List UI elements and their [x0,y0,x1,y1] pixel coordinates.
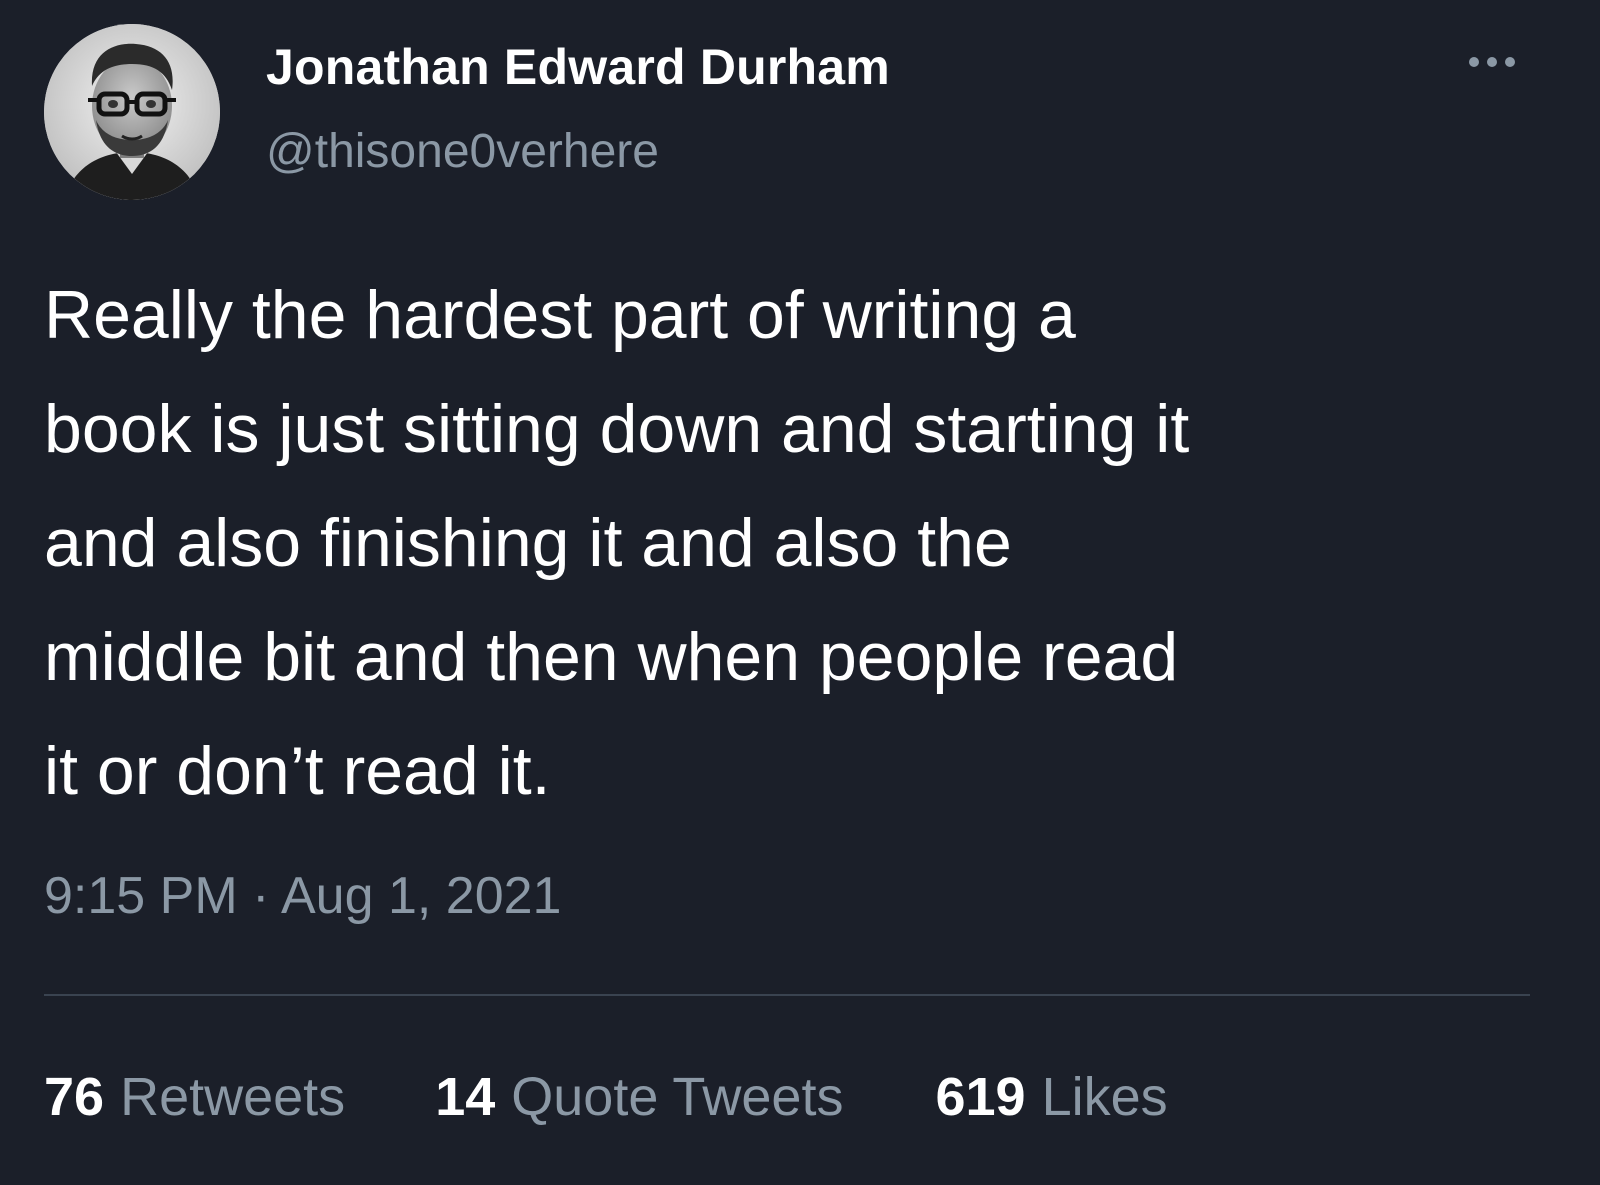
quote-tweets-count: 14 [435,1067,496,1127]
profile-photo-icon [44,24,220,200]
tweet-text-line: Really the hardest part of writing a [44,277,1076,353]
avatar[interactable] [44,24,220,200]
likes-stat[interactable]: 619 Likes [935,1066,1167,1128]
tweet-text: Really the hardest part of writing a boo… [44,258,1564,828]
quote-tweets-label: Quote Tweets [511,1067,844,1127]
tweet-text-line: book is just sitting down and starting i… [44,391,1190,467]
retweets-stat[interactable]: 76 Retweets [44,1066,345,1128]
ellipsis-icon [1487,57,1497,67]
likes-label: Likes [1041,1067,1168,1127]
likes-count: 619 [935,1067,1026,1127]
author-display-name[interactable]: Jonathan Edward Durham [266,38,890,96]
tweet-text-line: it or don’t read it. [44,733,551,809]
ellipsis-icon [1505,57,1515,67]
tweet-text-line: and also finishing it and also the [44,505,1012,581]
divider [44,994,1530,996]
retweets-count: 76 [44,1067,105,1127]
more-options-button[interactable] [1452,42,1532,82]
tweet-stats: 76 Retweets 14 Quote Tweets 619 Likes [44,1066,1168,1128]
author-handle[interactable]: @thisone0verhere [266,124,659,179]
tweet-text-line: middle bit and then when people read [44,619,1179,695]
ellipsis-icon [1469,57,1479,67]
quote-tweets-stat[interactable]: 14 Quote Tweets [435,1066,843,1128]
tweet-timestamp[interactable]: 9:15 PM · Aug 1, 2021 [44,866,561,926]
tweet-card: Jonathan Edward Durham @thisone0verhere … [0,0,1600,1185]
retweets-label: Retweets [120,1067,346,1127]
